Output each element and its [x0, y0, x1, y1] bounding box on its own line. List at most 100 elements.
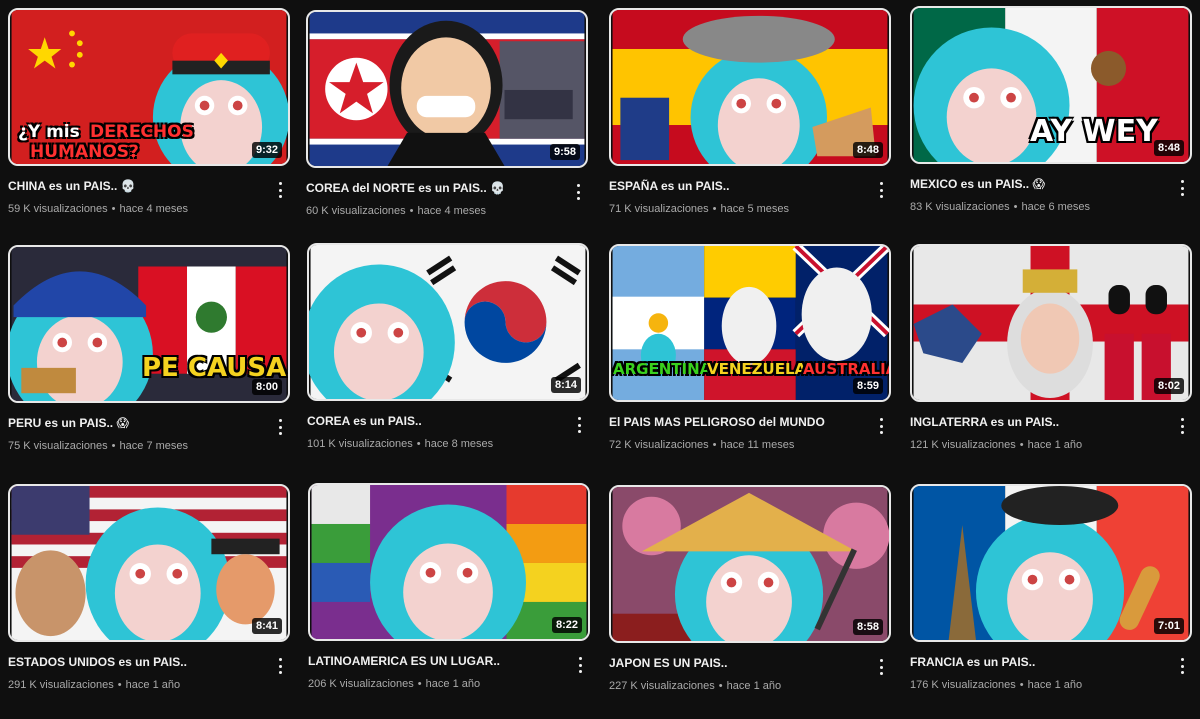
view-count: 71 K visualizaciones: [609, 203, 709, 215]
thumbnail-overlay-text: VENEZUELA: [707, 360, 807, 378]
duration-badge: 8:22: [551, 617, 582, 633]
video-meta: 121 K visualizaciones • hace 1 año: [910, 439, 1083, 451]
video-title[interactable]: CHINA es un PAIS.. 💀: [8, 178, 262, 194]
video-meta: 83 K visualizaciones • hace 6 meses: [910, 201, 1091, 213]
duration-badge: 8:02: [1153, 378, 1184, 394]
video-thumbnail[interactable]: 8:14: [307, 243, 589, 401]
upload-age: hace 4 meses: [417, 205, 487, 217]
thumbnail-overlay-text: DERECHOS: [90, 122, 194, 142]
upload-age: hace 7 meses: [119, 440, 189, 452]
video-meta: 75 K visualizaciones • hace 7 meses: [8, 440, 189, 452]
video-thumbnail[interactable]: 7:01: [910, 484, 1192, 642]
more-options-icon[interactable]: [1176, 178, 1188, 198]
more-options-icon[interactable]: [274, 656, 286, 676]
video-card[interactable]: 8:41 ESTADOS UNIDOS es un PAIS.. 291 K v…: [8, 484, 290, 691]
thumbnail-overlay-text: AUSTRALIA: [803, 360, 891, 378]
upload-age: hace 8 meses: [424, 438, 494, 450]
video-title[interactable]: El PAIS MAS PELIGROSO del MUNDO: [609, 414, 863, 430]
video-card[interactable]: 9:58 COREA del NORTE es un PAIS.. 💀 60 K…: [306, 10, 588, 217]
more-options-icon[interactable]: [274, 180, 286, 200]
view-count: 72 K visualizaciones: [609, 439, 709, 451]
video-card[interactable]: ARGENTINA VENEZUELA AUSTRALIA 8:59 El PA…: [609, 244, 891, 451]
video-thumbnail[interactable]: 8:58: [609, 485, 891, 643]
more-options-icon[interactable]: [274, 417, 286, 437]
more-options-icon[interactable]: [1176, 416, 1188, 436]
upload-age: hace 1 año: [1027, 439, 1083, 451]
duration-badge: 8:59: [852, 378, 883, 394]
video-thumbnail[interactable]: ARGENTINA VENEZUELA AUSTRALIA 8:59: [609, 244, 891, 402]
video-meta: 71 K visualizaciones • hace 5 meses: [609, 203, 790, 215]
video-thumbnail[interactable]: 8:48: [609, 8, 891, 166]
thumbnail-art-japan: [612, 487, 889, 641]
view-count: 206 K visualizaciones: [308, 678, 414, 690]
thumbnail-art-spain: [612, 10, 888, 164]
video-thumbnail[interactable]: 8:02: [910, 244, 1192, 402]
upload-age: hace 1 año: [125, 679, 181, 691]
video-thumbnail[interactable]: AY WEY 8:48: [910, 6, 1192, 164]
duration-badge: 8:41: [251, 618, 282, 634]
video-card[interactable]: 8:48 ESPAÑA es un PAIS.. 71 K visualizac…: [609, 8, 891, 215]
duration-badge: 8:48: [1153, 140, 1184, 156]
duration-badge: 9:58: [549, 144, 580, 160]
video-meta: 60 K visualizaciones • hace 4 meses: [306, 205, 487, 217]
view-count: 83 K visualizaciones: [910, 201, 1010, 213]
duration-badge: 7:01: [1153, 618, 1184, 634]
duration-badge: 8:14: [550, 377, 581, 393]
duration-badge: 9:32: [251, 142, 282, 158]
video-thumbnail[interactable]: PE CAUSA 8:00: [8, 245, 290, 403]
video-title[interactable]: COREA del NORTE es un PAIS.. 💀: [306, 180, 560, 196]
video-meta: 59 K visualizaciones • hace 4 meses: [8, 203, 189, 215]
more-options-icon[interactable]: [875, 657, 887, 677]
more-options-icon[interactable]: [574, 655, 586, 675]
video-meta: 227 K visualizaciones • hace 1 año: [609, 680, 782, 692]
video-card[interactable]: 8:14 COREA es un PAIS.. 101 K visualizac…: [307, 243, 589, 450]
video-card[interactable]: 7:01 FRANCIA es un PAIS.. 176 K visualiz…: [910, 484, 1192, 691]
video-thumbnail[interactable]: 9:58: [306, 10, 588, 168]
video-meta: 176 K visualizaciones • hace 1 año: [910, 679, 1083, 691]
view-count: 75 K visualizaciones: [8, 440, 108, 452]
thumbnail-overlay-text: AY WEY: [1030, 114, 1158, 149]
video-meta: 72 K visualizaciones • hace 11 meses: [609, 439, 795, 451]
video-meta: 206 K visualizaciones • hace 1 año: [308, 678, 481, 690]
more-options-icon[interactable]: [573, 415, 585, 435]
video-thumbnail[interactable]: ¿Y mis DERECHOS HUMANOS? 9:32: [8, 8, 290, 166]
video-title[interactable]: ESPAÑA es un PAIS..: [609, 178, 863, 194]
thumbnail-art-south-korea: [309, 245, 586, 399]
video-card[interactable]: ¿Y mis DERECHOS HUMANOS? 9:32 CHINA es u…: [8, 8, 290, 215]
video-meta: 291 K visualizaciones • hace 1 año: [8, 679, 181, 691]
video-title[interactable]: FRANCIA es un PAIS..: [910, 654, 1164, 670]
video-title[interactable]: ESTADOS UNIDOS es un PAIS..: [8, 654, 262, 670]
view-count: 60 K visualizaciones: [306, 205, 406, 217]
more-options-icon[interactable]: [1176, 656, 1188, 676]
video-thumbnail[interactable]: 8:22: [308, 483, 590, 641]
video-thumbnail[interactable]: 8:41: [8, 484, 290, 642]
video-grid: ¿Y mis DERECHOS HUMANOS? 9:32 CHINA es u…: [0, 0, 1200, 719]
thumbnail-art-wiphala: [311, 485, 587, 639]
video-meta: 101 K visualizaciones • hace 8 meses: [307, 438, 494, 450]
duration-badge: 8:00: [251, 379, 282, 395]
video-title[interactable]: COREA es un PAIS..: [307, 413, 561, 429]
video-card[interactable]: 8:02 INGLATERRA es un PAIS.. 121 K visua…: [910, 244, 1192, 451]
video-title[interactable]: JAPON ES UN PAIS..: [609, 655, 863, 671]
video-title[interactable]: MEXICO es un PAIS.. 😱: [910, 176, 1164, 192]
duration-badge: 8:58: [852, 619, 883, 635]
video-card[interactable]: 8:58 JAPON ES UN PAIS.. 227 K visualizac…: [609, 485, 891, 692]
more-options-icon[interactable]: [572, 182, 584, 202]
duration-badge: 8:48: [852, 142, 883, 158]
video-card[interactable]: PE CAUSA 8:00 PERU es un PAIS.. 😱 75 K v…: [8, 245, 290, 452]
video-card[interactable]: AY WEY 8:48 MEXICO es un PAIS.. 😱 83 K v…: [910, 6, 1192, 213]
upload-age: hace 1 año: [425, 678, 481, 690]
view-count: 291 K visualizaciones: [8, 679, 114, 691]
thumbnail-art-england: [913, 246, 1189, 400]
video-card[interactable]: 8:22 LATINOAMERICA ES UN LUGAR.. 206 K v…: [308, 483, 590, 690]
more-options-icon[interactable]: [875, 416, 887, 436]
video-title[interactable]: PERU es un PAIS.. 😱: [8, 415, 262, 431]
view-count: 227 K visualizaciones: [609, 680, 715, 692]
video-title[interactable]: LATINOAMERICA ES UN LUGAR..: [308, 653, 562, 669]
upload-age: hace 4 meses: [119, 203, 189, 215]
view-count: 59 K visualizaciones: [8, 203, 108, 215]
more-options-icon[interactable]: [875, 180, 887, 200]
upload-age: hace 1 año: [1027, 679, 1083, 691]
thumbnail-overlay-text: ¿Y mis: [18, 122, 80, 142]
video-title[interactable]: INGLATERRA es un PAIS..: [910, 414, 1164, 430]
